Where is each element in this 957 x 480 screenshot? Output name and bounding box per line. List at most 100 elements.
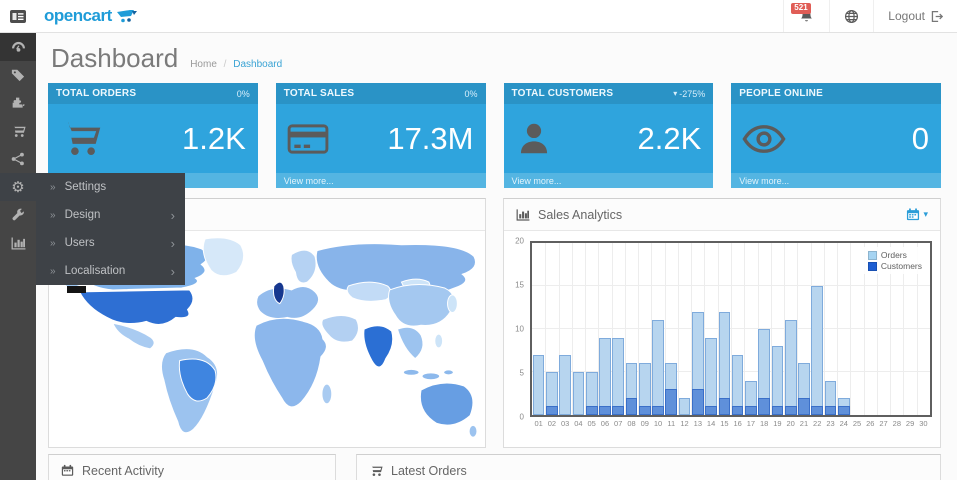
x-tick-label: 28 — [893, 419, 901, 428]
sidebar-item-dashboard[interactable] — [0, 33, 36, 61]
x-tick-label: 14 — [707, 419, 715, 428]
credit-card-icon — [287, 122, 329, 156]
bar-customers — [772, 406, 784, 415]
tile-title: TOTAL ORDERS — [56, 88, 237, 99]
latest-orders-title: Latest Orders — [391, 464, 467, 478]
bar-orders — [785, 320, 797, 415]
breadcrumb-current-link[interactable]: Dashboard — [233, 59, 282, 70]
x-tick-label: 05 — [588, 419, 596, 428]
legend-swatch-orders — [868, 251, 877, 260]
chevron-right-icon: › — [171, 236, 175, 251]
bottom-panels: Recent Activity Latest Orders — [48, 454, 941, 480]
x-tick-label: 08 — [627, 419, 635, 428]
x-tick-label: 30 — [919, 419, 927, 428]
wrench-icon — [11, 208, 25, 222]
sidebar-item-extensions[interactable] — [0, 89, 36, 117]
x-tick-label: 22 — [813, 419, 821, 428]
chevron-right-icon: › — [171, 264, 175, 279]
tile-body: 1.2K — [48, 104, 258, 173]
bar-customers — [758, 398, 770, 415]
view-more-link[interactable]: View more... — [276, 173, 486, 188]
flyout-item-localisation[interactable]: » Localisation › — [36, 257, 185, 285]
extensions-icon — [11, 96, 25, 110]
bar-customers — [586, 406, 598, 415]
calendar-icon — [61, 464, 74, 477]
recent-activity-header: Recent Activity — [49, 455, 335, 480]
logout-label: Logout — [888, 9, 925, 23]
x-tick-label: 29 — [906, 419, 914, 428]
tile-header: PEOPLE ONLINE — [731, 83, 941, 104]
x-tick-label: 26 — [866, 419, 874, 428]
tile-value: 1.2K — [182, 121, 246, 157]
caret-down-icon: ▾ — [923, 209, 928, 220]
sales-panel-header: Sales Analytics ▾ — [504, 199, 940, 231]
double-chevron-icon: » — [50, 266, 56, 277]
bar-chart-icon — [11, 237, 26, 250]
system-flyout-menu: » Settings » Design › » Users › » Locali… — [36, 173, 185, 285]
bar-customers — [652, 406, 664, 415]
gear-icon: ⚙ — [11, 180, 24, 195]
menu-toggle-button[interactable] — [0, 0, 36, 32]
gridline — [837, 243, 838, 415]
recent-activity-panel: Recent Activity — [48, 454, 336, 480]
bar-customers — [639, 406, 651, 415]
bar-customers — [811, 406, 823, 415]
x-tick-label: 20 — [787, 419, 795, 428]
breadcrumb-home-link[interactable]: Home — [190, 59, 217, 70]
x-tick-label: 09 — [641, 419, 649, 428]
person-icon — [515, 120, 553, 158]
logout-icon — [930, 10, 943, 23]
flyout-item-users[interactable]: » Users › — [36, 229, 185, 257]
legend-label: Customers — [881, 261, 922, 271]
globe-icon — [844, 9, 859, 24]
tile-people-online: PEOPLE ONLINE 0 View more... — [731, 83, 941, 188]
flyout-item-settings[interactable]: » Settings — [36, 173, 185, 201]
y-tick-label: 15 — [504, 281, 524, 290]
x-tick-label: 24 — [840, 419, 848, 428]
bar-orders — [559, 355, 571, 415]
date-range-button[interactable]: ▾ — [906, 208, 928, 221]
bar-customers — [825, 406, 837, 415]
x-tick-label: 07 — [614, 419, 622, 428]
x-tick-label: 04 — [574, 419, 582, 428]
sidebar-item-reports[interactable] — [0, 229, 36, 257]
y-tick-label: 10 — [504, 325, 524, 334]
flyout-item-design[interactable]: » Design › — [36, 201, 185, 229]
x-tick-label: 03 — [561, 419, 569, 428]
sidebar-item-marketing[interactable] — [0, 145, 36, 173]
opencart-logo[interactable]: opencart — [36, 0, 138, 32]
logo-text: opencart — [44, 6, 112, 26]
x-tick-label: 02 — [548, 419, 556, 428]
x-tick-label: 18 — [760, 419, 768, 428]
flyout-item-label: Settings — [65, 181, 175, 193]
x-tick-label: 21 — [800, 419, 808, 428]
bar-orders — [599, 338, 611, 415]
view-more-label: View more... — [512, 176, 562, 186]
topbar-spacer — [138, 0, 784, 32]
x-tick-label: 12 — [680, 419, 688, 428]
bar-customers — [785, 406, 797, 415]
tile-header: TOTAL SALES 0% — [276, 83, 486, 104]
y-tick-label: 20 — [504, 237, 524, 246]
notification-badge: 521 — [791, 3, 810, 14]
view-more-link[interactable]: View more... — [504, 173, 714, 188]
gridline — [678, 243, 679, 415]
tile-title: TOTAL SALES — [284, 88, 465, 99]
logout-button[interactable]: Logout — [873, 0, 957, 32]
eye-icon — [742, 123, 786, 155]
bar-customers — [745, 406, 757, 415]
view-more-label: View more... — [284, 176, 334, 186]
tile-percent-value: -275% — [679, 89, 705, 99]
notifications-button[interactable]: 521 — [783, 0, 829, 32]
sidebar-item-catalog[interactable] — [0, 61, 36, 89]
sidebar-item-tools[interactable] — [0, 201, 36, 229]
sidebar-item-system[interactable]: ⚙ — [0, 173, 36, 201]
bar-customers — [626, 398, 638, 415]
tile-value: 0 — [912, 121, 929, 157]
sales-panel-body: Orders Customers 01020304050607080910111… — [504, 231, 940, 447]
stores-button[interactable] — [829, 0, 873, 32]
sidebar-item-sales[interactable] — [0, 117, 36, 145]
view-more-link[interactable]: View more... — [731, 173, 941, 188]
tile-title: TOTAL CUSTOMERS — [512, 88, 674, 99]
tile-body: 2.2K — [504, 104, 714, 173]
